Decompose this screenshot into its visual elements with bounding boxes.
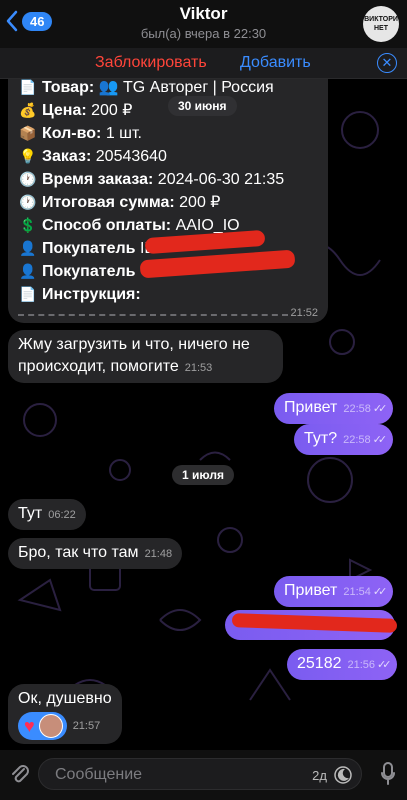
add-contact-button[interactable]: Добавить xyxy=(240,54,311,72)
order-line-order-id: 💡 Заказ: 20543640 xyxy=(18,145,318,168)
order-info-message[interactable]: 📄 Товар: 👥 TG Авторег | Россия 💰 Цена: 200… xyxy=(8,78,328,323)
block-button[interactable]: Заблокировать xyxy=(95,54,207,72)
dollar-icon: 💲 xyxy=(19,217,37,233)
order-line-quantity: 📦 Кол-во: 1 шт. xyxy=(18,122,318,145)
chat-area: 📄 Товар: 👥 TG Авторег | Россия 💰 Цена: 200… xyxy=(0,0,407,800)
read-checks-icon: ✓✓ xyxy=(377,659,392,671)
message-time: 21:53 xyxy=(184,362,213,374)
heart-icon: ♥ xyxy=(24,716,35,736)
message-time: 21:54 xyxy=(343,586,371,598)
message-text: Жму загрузить и что, ничего не xyxy=(18,336,250,353)
outgoing-message[interactable]: 25182 21:56 ✓✓ xyxy=(287,649,398,680)
message-text: Ок, душевно xyxy=(18,690,112,707)
clock-icon: 🕐 xyxy=(19,194,37,210)
order-line-product: 📄 Товар: 👥 TG Авторег | Россия xyxy=(18,76,318,99)
chat-header: 46 Viktor был(а) вчера в 22:30 ВИКТОРИ Н… xyxy=(0,0,407,48)
message-input[interactable]: Сообщение 2д xyxy=(38,758,362,790)
page-icon: 📄 xyxy=(19,286,37,302)
message-time: 21:57 xyxy=(72,720,101,732)
reactor-avatar xyxy=(38,714,63,738)
message-time: 22:58 xyxy=(343,434,371,446)
message-text: Привет xyxy=(284,582,338,599)
reactions-row: ♥ 21:57 xyxy=(18,712,112,740)
autodelete-timer-label[interactable]: 2д xyxy=(312,768,327,783)
message-text: 25182 xyxy=(297,655,342,672)
message-text: Тут? xyxy=(304,430,338,447)
package-icon: 📦 xyxy=(19,125,37,141)
bulb-icon: 💡 xyxy=(19,148,37,164)
read-checks-icon: ✓✓ xyxy=(372,403,388,415)
user-icon: 👤 xyxy=(19,240,37,256)
order-line-time: 🕐 Время заказа: 2024-06-30 21:35 xyxy=(18,168,318,191)
outgoing-message[interactable]: Тут? 22:58 ✓✓ xyxy=(294,424,394,455)
read-checks-icon: ✓✓ xyxy=(372,434,388,446)
message-text: Тут xyxy=(18,505,43,522)
message-text: Бро, так что там xyxy=(18,544,139,561)
chat-title-area[interactable]: Viktor был(а) вчера в 22:30 xyxy=(0,4,407,41)
moon-icon[interactable] xyxy=(333,765,353,785)
incoming-message[interactable]: Бро, так что там 21:48 xyxy=(8,538,183,569)
heart-reaction[interactable]: ♥ xyxy=(18,712,67,740)
input-placeholder: Сообщение xyxy=(55,766,143,783)
message-time: 21:52 xyxy=(290,307,318,319)
message-text: происходит, помогите xyxy=(18,358,179,375)
contact-avatar[interactable]: ВИКТОРИ НЕТ xyxy=(363,6,399,42)
date-separator: 30 июня xyxy=(168,96,237,116)
contact-action-bar: Заблокировать Добавить ✕ xyxy=(0,48,407,79)
order-line-instruction: 📄 Инструкция: xyxy=(18,283,318,306)
outgoing-message[interactable]: Привет 21:54 ✓✓ xyxy=(274,576,394,607)
dashed-divider xyxy=(18,314,288,316)
incoming-message[interactable]: Ок, душевно ♥ 21:57 xyxy=(8,684,122,744)
message-time: 21:48 xyxy=(144,548,173,560)
date-separator: 1 июля xyxy=(172,465,234,485)
close-icon[interactable]: ✕ xyxy=(377,53,397,73)
incoming-message[interactable]: Тут 06:22 xyxy=(8,499,86,530)
user-icon: 👤 xyxy=(19,263,37,279)
contact-name: Viktor xyxy=(179,4,228,23)
last-seen-status: был(а) вчера в 22:30 xyxy=(140,26,267,41)
message-input-bar: Сообщение 2д xyxy=(0,750,407,800)
attach-icon[interactable] xyxy=(10,763,30,785)
outgoing-message[interactable]: Привет 22:58 ✓✓ xyxy=(274,393,394,424)
microphone-icon[interactable] xyxy=(381,762,395,786)
order-line-payment: 💲 Способ оплаты: AAIO_IO xyxy=(18,214,318,237)
money-bag-icon: 💰 xyxy=(19,102,37,118)
incoming-message[interactable]: Жму загрузить и что, ничего не происходи… xyxy=(8,330,283,383)
order-line-total: 🕐 Итоговая сумма: 200 ₽ xyxy=(18,191,318,214)
clock-icon: 🕐 xyxy=(19,171,37,187)
message-text: Привет xyxy=(284,399,338,416)
read-checks-icon: ✓✓ xyxy=(372,586,388,598)
message-time: 22:58 xyxy=(343,403,371,415)
page-icon: 📄 xyxy=(19,79,37,95)
message-time: 21:56 xyxy=(347,659,376,671)
message-time: 06:22 xyxy=(48,509,76,521)
